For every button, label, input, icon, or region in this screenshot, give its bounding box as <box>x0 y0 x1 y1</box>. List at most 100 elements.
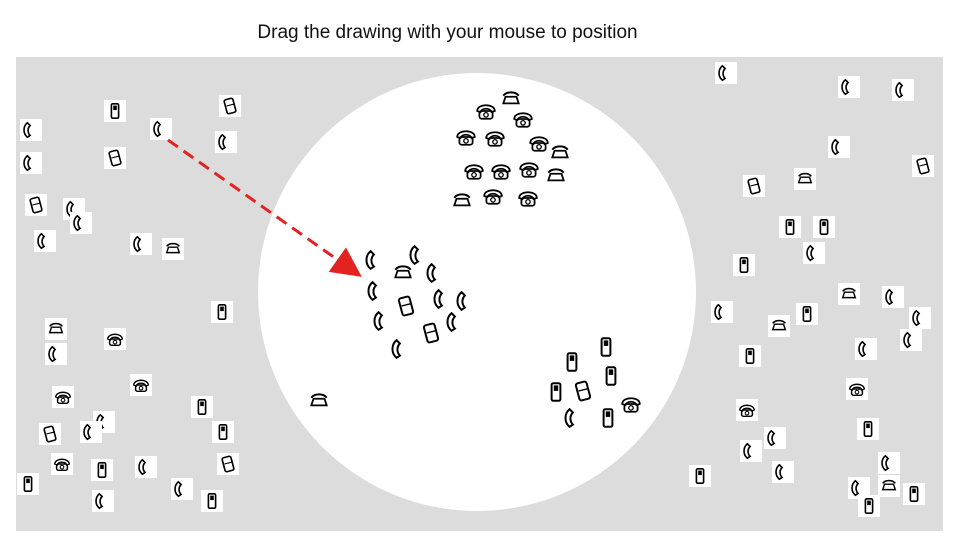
placed-drawing[interactable] <box>432 288 454 310</box>
draggable-drawing-card[interactable] <box>803 242 825 264</box>
draggable-drawing-card[interactable] <box>34 230 56 252</box>
draggable-drawing-card[interactable] <box>70 212 92 234</box>
draggable-drawing-card[interactable] <box>51 453 73 475</box>
draggable-drawing-card[interactable] <box>909 307 931 329</box>
placed-drawing[interactable] <box>512 108 534 130</box>
placed-drawing[interactable] <box>475 100 497 122</box>
draggable-drawing-card[interactable] <box>736 399 758 421</box>
placed-drawing[interactable] <box>395 295 417 317</box>
draggable-drawing-card[interactable] <box>764 427 786 449</box>
draggable-drawing-card[interactable] <box>878 452 900 474</box>
draggable-drawing-card[interactable] <box>25 194 47 216</box>
placed-drawing[interactable] <box>572 380 594 402</box>
placed-drawing[interactable] <box>518 158 540 180</box>
draggable-drawing-card[interactable] <box>779 216 801 238</box>
mobile-phone-icon <box>863 420 873 438</box>
draggable-drawing-card[interactable] <box>45 343 67 365</box>
draggable-drawing-card[interactable] <box>191 396 213 418</box>
draggable-drawing-card[interactable] <box>162 238 184 260</box>
draggable-drawing-card[interactable] <box>212 421 234 443</box>
mobile-phone-icon <box>745 347 755 365</box>
draggable-drawing-card[interactable] <box>739 345 761 367</box>
draggable-drawing-card[interactable] <box>794 168 816 190</box>
draggable-drawing-card[interactable] <box>135 456 157 478</box>
draggable-drawing-card[interactable] <box>20 119 42 141</box>
draggable-drawing-card[interactable] <box>846 378 868 400</box>
placed-drawing[interactable] <box>549 142 571 164</box>
draggable-drawing-card[interactable] <box>882 286 904 308</box>
draggable-drawing-card[interactable] <box>219 95 241 117</box>
placed-drawing[interactable] <box>597 407 619 429</box>
draggable-drawing-card[interactable] <box>80 421 102 443</box>
placed-drawing[interactable] <box>455 126 477 148</box>
mobile-phone-icon <box>197 398 207 416</box>
draggable-drawing-card[interactable] <box>104 147 126 169</box>
draggable-drawing-card[interactable] <box>715 62 737 84</box>
draggable-drawing-card[interactable] <box>217 453 239 475</box>
placed-drawing[interactable] <box>490 160 512 182</box>
draggable-drawing-card[interactable] <box>796 303 818 325</box>
draggable-drawing-card[interactable] <box>743 175 765 197</box>
draggable-drawing-card[interactable] <box>878 475 900 497</box>
placed-drawing[interactable] <box>445 311 467 333</box>
placed-drawing[interactable] <box>392 262 414 284</box>
placed-drawing[interactable] <box>451 190 473 212</box>
desk-phone-icon <box>502 91 520 105</box>
draggable-drawing-card[interactable] <box>900 329 922 351</box>
draggable-drawing-card[interactable] <box>91 459 113 481</box>
draggable-drawing-card[interactable] <box>858 495 880 517</box>
draggable-drawing-card[interactable] <box>903 483 925 505</box>
placed-drawing[interactable] <box>563 407 585 429</box>
draggable-drawing-card[interactable] <box>838 76 860 98</box>
draggable-drawing-card[interactable] <box>828 136 850 158</box>
draggable-drawing-card[interactable] <box>772 461 794 483</box>
draggable-drawing-card[interactable] <box>130 233 152 255</box>
draggable-drawing-card[interactable] <box>201 490 223 512</box>
placed-drawing[interactable] <box>455 290 477 312</box>
placed-drawing[interactable] <box>463 160 485 182</box>
placed-drawing[interactable] <box>390 338 412 360</box>
placed-drawing[interactable] <box>420 322 442 344</box>
draggable-drawing-card[interactable] <box>92 490 114 512</box>
draggable-drawing-card[interactable] <box>689 465 711 487</box>
placed-drawing[interactable] <box>425 262 447 284</box>
draggable-drawing-card[interactable] <box>838 283 860 305</box>
draggable-drawing-card[interactable] <box>150 118 172 140</box>
placed-drawing[interactable] <box>372 310 394 332</box>
draggable-drawing-card[interactable] <box>39 423 61 445</box>
placed-drawing[interactable] <box>545 381 567 403</box>
draggable-drawing-card[interactable] <box>733 254 755 276</box>
placed-drawing[interactable] <box>517 187 539 209</box>
draggable-drawing-card[interactable] <box>711 301 733 323</box>
draggable-drawing-card[interactable] <box>768 315 790 337</box>
placed-drawing[interactable] <box>545 165 567 187</box>
draggable-drawing-card[interactable] <box>892 79 914 101</box>
draggable-drawing-card[interactable] <box>857 418 879 440</box>
draggable-drawing-card[interactable] <box>912 155 934 177</box>
draggable-drawing-card[interactable] <box>20 152 42 174</box>
draggable-drawing-card[interactable] <box>211 301 233 323</box>
draggable-drawing-card[interactable] <box>215 131 237 153</box>
draggable-drawing-card[interactable] <box>17 473 39 495</box>
draggable-drawing-card[interactable] <box>45 318 67 340</box>
draggable-drawing-card[interactable] <box>104 328 126 350</box>
draggable-drawing-card[interactable] <box>52 386 74 408</box>
placed-drawing[interactable] <box>364 249 386 271</box>
placed-drawing[interactable] <box>484 127 506 149</box>
draggable-drawing-card[interactable] <box>171 478 193 500</box>
draggable-drawing-card[interactable] <box>855 338 877 360</box>
placed-drawing[interactable] <box>561 351 583 373</box>
handset-icon <box>858 340 867 358</box>
placed-drawing[interactable] <box>366 280 388 302</box>
placed-drawing[interactable] <box>528 132 550 154</box>
placed-drawing[interactable] <box>308 390 330 412</box>
placed-drawing[interactable] <box>482 185 504 207</box>
placed-drawing[interactable] <box>595 336 617 358</box>
draggable-drawing-card[interactable] <box>813 216 835 238</box>
draggable-drawing-card[interactable] <box>104 100 126 122</box>
placed-drawing[interactable] <box>500 88 522 110</box>
placed-drawing[interactable] <box>600 365 622 387</box>
placed-drawing[interactable] <box>620 393 642 415</box>
draggable-drawing-card[interactable] <box>130 374 152 396</box>
draggable-drawing-card[interactable] <box>740 440 762 462</box>
